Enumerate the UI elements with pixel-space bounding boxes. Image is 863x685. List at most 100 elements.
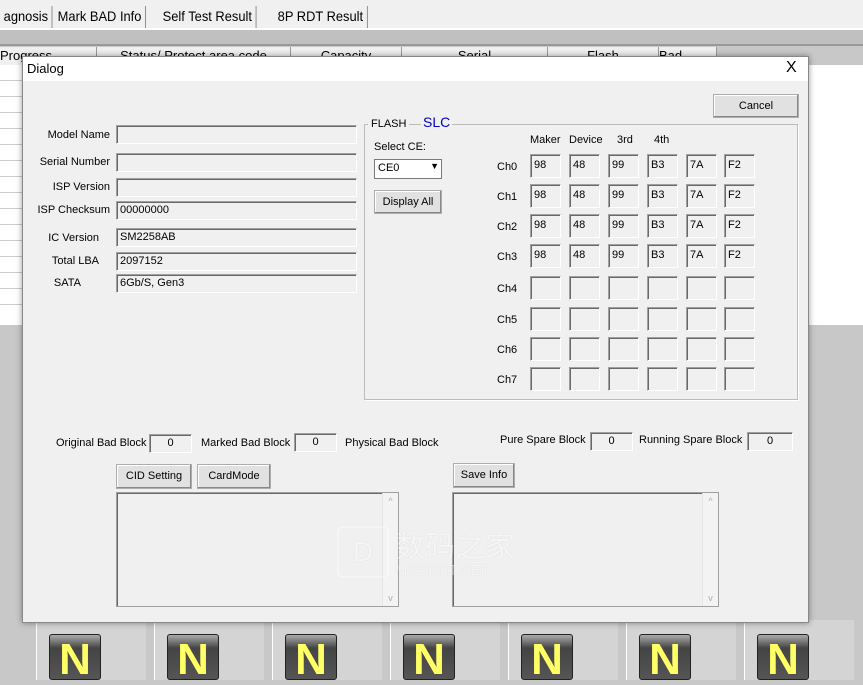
watermark-url: MYDIGIT.NET: [395, 562, 491, 579]
flash-id-cell: [647, 367, 678, 391]
info-label: IC Version: [48, 232, 99, 244]
flash-id-cell: B3: [647, 214, 678, 238]
flash-id-cell: [647, 307, 678, 331]
info-field: 6Gb/S, Gen3: [116, 274, 357, 293]
chevron-down-icon: ▼: [430, 161, 439, 171]
tab-diagnosis[interactable]: agnosis: [0, 6, 53, 28]
running-spare-block-field: 0: [747, 432, 793, 451]
channel-label: Ch5: [497, 314, 518, 326]
card-mode-button[interactable]: CardMode: [197, 464, 271, 489]
flash-id-cell: 99: [608, 214, 639, 238]
tab-mark-bad-info[interactable]: Mark BAD Info: [54, 6, 147, 28]
flash-id-cell: [530, 307, 561, 331]
flash-id-cell: [530, 367, 561, 391]
channel-label: Ch1: [497, 191, 518, 203]
flash-id-cell: [724, 367, 755, 391]
flash-id-cell: [608, 307, 639, 331]
info-field: 00000000: [116, 201, 357, 220]
tab-self-test-result[interactable]: Self Test Result: [159, 6, 257, 28]
port-tile[interactable]: N: [390, 620, 500, 684]
select-ce-label: Select CE:: [374, 141, 426, 153]
flash-id-cell: [530, 337, 561, 361]
select-ce-dropdown[interactable]: CE0 ▼: [374, 159, 442, 179]
info-label: ISP Version: [52, 181, 110, 193]
dialog: Dialog X Cancel Model Name Serial Number I…: [22, 56, 809, 623]
dialog-title: Dialog: [27, 61, 64, 76]
flash-id-cell: [724, 276, 755, 300]
flash-id-cell: 99: [608, 184, 639, 208]
flash-id-cell: [530, 276, 561, 300]
channel-label: Ch3: [497, 251, 518, 263]
pure-spare-block-label: Pure Spare Block: [500, 434, 586, 446]
flash-id-cell: [724, 337, 755, 361]
original-bad-block-field: 0: [149, 434, 192, 453]
flash-id-cell: [608, 367, 639, 391]
running-spare-block-label: Running Spare Block: [639, 434, 743, 446]
flash-id-cell: [686, 307, 717, 331]
channel-label: Ch4: [497, 283, 518, 295]
marked-bad-block-field: 0: [294, 433, 337, 452]
watermark-text: 数码之家: [395, 531, 515, 564]
flash-id-cell: 99: [608, 244, 639, 268]
header-4th: 4th: [654, 134, 670, 146]
flash-id-cell: 7A: [686, 244, 717, 268]
info-label: Serial Number: [39, 156, 110, 168]
close-icon[interactable]: X: [786, 59, 797, 77]
info-label: ISP Checksum: [37, 204, 110, 216]
status-n-icon: N: [49, 634, 101, 684]
flash-id-cell: F2: [724, 184, 755, 208]
status-n-icon: N: [521, 634, 573, 684]
port-tile[interactable]: N: [36, 620, 146, 684]
flash-id-cell: 98: [530, 154, 561, 178]
flash-id-cell: [569, 307, 600, 331]
tab-8p-rdt-result[interactable]: 8P RDT Result: [274, 6, 368, 28]
flash-id-cell: B3: [647, 244, 678, 268]
cid-setting-button[interactable]: CID Setting: [116, 464, 192, 489]
info-field: 2097152: [116, 252, 357, 271]
display-all-button[interactable]: Display All: [374, 190, 442, 214]
port-tile[interactable]: N: [626, 620, 736, 684]
flash-id-cell: [686, 367, 717, 391]
status-n-icon: N: [639, 634, 691, 684]
flash-id-cell: 98: [530, 244, 561, 268]
flash-id-cell: [686, 337, 717, 361]
cancel-button[interactable]: Cancel: [713, 94, 799, 118]
marked-bad-block-label: Marked Bad Block: [201, 437, 291, 449]
device-list-rows: [0, 65, 22, 325]
status-n-icon: N: [167, 634, 219, 684]
status-n-icon: N: [403, 634, 455, 684]
port-tile[interactable]: N: [744, 620, 854, 684]
channel-label: Ch0: [497, 161, 518, 173]
save-info-button[interactable]: Save Info: [453, 463, 515, 488]
port-tile[interactable]: N: [154, 620, 264, 684]
info-label: Model Name: [47, 129, 110, 141]
scrollbar[interactable]: ^ v: [702, 493, 718, 606]
flash-id-cell: 7A: [686, 184, 717, 208]
tab-bar: agnosis Mark BAD Info Self Test Result 8…: [0, 0, 863, 30]
toolbar-strip: [0, 30, 863, 46]
flash-id-cell: [647, 276, 678, 300]
header-3rd: 3rd: [617, 134, 633, 146]
port-tile[interactable]: N: [272, 620, 382, 684]
channel-label: Ch2: [497, 221, 518, 233]
info-field: SM2258AB: [116, 228, 357, 247]
flash-label: FLASH: [368, 118, 410, 130]
flash-id-cell: [686, 276, 717, 300]
flash-id-cell: [724, 307, 755, 331]
flash-id-cell: [569, 276, 600, 300]
flash-id-cell: F2: [724, 154, 755, 178]
flash-id-cell: 48: [569, 184, 600, 208]
port-tile[interactable]: N: [508, 620, 618, 684]
info-label: Total LBA: [51, 255, 99, 267]
flash-id-cell: F2: [724, 244, 755, 268]
flash-id-cell: [608, 276, 639, 300]
flash-id-cell: 48: [569, 214, 600, 238]
header-maker: Maker: [530, 134, 561, 146]
flash-id-cell: B3: [647, 154, 678, 178]
info-field: [116, 178, 357, 197]
flash-id-cell: F2: [724, 214, 755, 238]
flash-id-cell: [569, 337, 600, 361]
flash-id-cell: 98: [530, 184, 561, 208]
flash-id-cell: [647, 337, 678, 361]
flash-id-cell: 48: [569, 154, 600, 178]
